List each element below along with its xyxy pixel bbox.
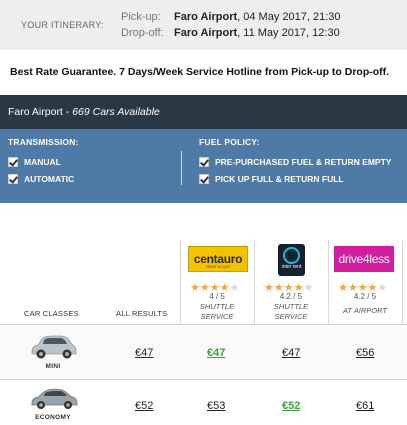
dropoff-location: Faro Airport bbox=[174, 27, 238, 39]
filter-option-prepurchased[interactable]: PRE-PURCHASED FUEL & RETURN EMPTY bbox=[199, 155, 391, 168]
drive4less-logo: drive4less bbox=[338, 252, 390, 266]
rating-interrent: 4.2 / 5 bbox=[279, 292, 303, 301]
transmission-title: TRANSMISSION: bbox=[8, 137, 79, 147]
price-centauro-economy[interactable]: €53 bbox=[207, 400, 225, 412]
automatic-label: AUTOMATIC bbox=[24, 173, 75, 184]
filter-option-manual[interactable]: MANUAL bbox=[8, 155, 79, 168]
location-name: Faro Airport bbox=[8, 106, 63, 118]
dropoff-date: , 11 May 2017, 12:30 bbox=[237, 27, 340, 39]
service-centauro: SHUTTLE SERVICE bbox=[180, 302, 254, 322]
pickup-key: Pick-up: bbox=[121, 11, 161, 23]
price-drive4less-mini[interactable]: €56 bbox=[356, 347, 374, 359]
column-header-car-classes: CAR CLASSES bbox=[24, 309, 79, 318]
supplier-logo-centauro[interactable]: centauro RENT A CAR bbox=[188, 246, 248, 272]
filter-option-full-full[interactable]: PICK UP FULL & RETURN FULL bbox=[199, 172, 391, 185]
location-separator: - bbox=[62, 106, 73, 118]
car-class-mini: MINI bbox=[45, 363, 61, 370]
fuel-policy-title: FUEL POLICY: bbox=[199, 137, 260, 147]
prepurchased-checkbox[interactable] bbox=[199, 156, 209, 167]
rating-drive4less: 4.2 / 5 bbox=[353, 292, 377, 301]
itinerary-label: YOUR ITINERARY: bbox=[21, 20, 104, 30]
service-interrent-line2: SERVICE bbox=[274, 312, 308, 321]
service-interrent: SHUTTLE SERVICE bbox=[254, 302, 328, 322]
automatic-checkbox[interactable] bbox=[8, 173, 18, 184]
price-all-economy[interactable]: €52 bbox=[135, 400, 153, 412]
manual-checkbox[interactable] bbox=[8, 156, 18, 167]
filter-option-automatic[interactable]: AUTOMATIC bbox=[8, 172, 79, 185]
supplier-logo-interrent[interactable]: inter rent bbox=[278, 244, 305, 276]
service-interrent-line1: SHUTTLE bbox=[273, 302, 309, 311]
itinerary-bar: YOUR ITINERARY: Pick-up: Faro Airport, 04… bbox=[0, 0, 407, 50]
price-centauro-mini[interactable]: €47 bbox=[207, 347, 225, 359]
fuel-policy-filter: FUEL POLICY: PRE-PURCHASED FUEL & RETURN… bbox=[199, 137, 391, 189]
column-header-all-results: ALL RESULTS bbox=[116, 309, 168, 318]
location-header: Faro Airport - 669 Cars Available bbox=[0, 95, 407, 129]
dropoff-row: Drop-off: Faro Airport, 11 May 2017, 12:3… bbox=[121, 27, 340, 39]
filter-panel: TRANSMISSION: MANUAL AUTOMATIC FUEL POLI… bbox=[0, 129, 407, 203]
pickup-row: Pick-up: Faro Airport, 04 May 2017, 21:30 bbox=[121, 11, 341, 23]
full-full-label: PICK UP FULL & RETURN FULL bbox=[215, 173, 344, 184]
price-drive4less-economy[interactable]: €61 bbox=[356, 400, 374, 412]
price-interrent-economy[interactable]: €52 bbox=[282, 400, 300, 412]
mini-car-image bbox=[31, 335, 77, 359]
car-class-economy: ECONOMY bbox=[35, 414, 71, 421]
centauro-logo-sub: RENT A CAR bbox=[206, 264, 230, 269]
transmission-filter: TRANSMISSION: MANUAL AUTOMATIC bbox=[8, 137, 79, 189]
dropoff-key: Drop-off: bbox=[121, 27, 164, 39]
interrent-logo-text: inter rent bbox=[281, 264, 302, 270]
pickup-date: , 04 May 2017, 21:30 bbox=[237, 11, 341, 23]
service-centauro-line2: SERVICE bbox=[200, 312, 234, 321]
prepurchased-label: PRE-PURCHASED FUEL & RETURN EMPTY bbox=[215, 156, 392, 167]
full-full-checkbox[interactable] bbox=[199, 173, 209, 184]
rate-guarantee-text: Best Rate Guarantee. 7 Days/Week Service… bbox=[10, 66, 390, 78]
service-centauro-line1: SHUTTLE bbox=[199, 302, 235, 311]
location-summary: Faro Airport - 669 Cars Available bbox=[8, 106, 160, 118]
interrent-logo bbox=[283, 247, 300, 264]
cars-available-count: 669 Cars Available bbox=[72, 106, 160, 118]
manual-label: MANUAL bbox=[24, 156, 61, 167]
rating-centauro: 4 / 5 bbox=[209, 292, 225, 301]
pickup-location: Faro Airport bbox=[174, 11, 238, 23]
price-all-mini[interactable]: €47 bbox=[135, 347, 153, 359]
price-interrent-mini[interactable]: €47 bbox=[282, 347, 300, 359]
service-drive4less: AT AIRPORT bbox=[342, 306, 388, 315]
economy-car-image bbox=[31, 388, 78, 409]
filter-divider bbox=[181, 151, 182, 185]
supplier-logo-drive4less[interactable]: drive4less bbox=[334, 246, 394, 272]
